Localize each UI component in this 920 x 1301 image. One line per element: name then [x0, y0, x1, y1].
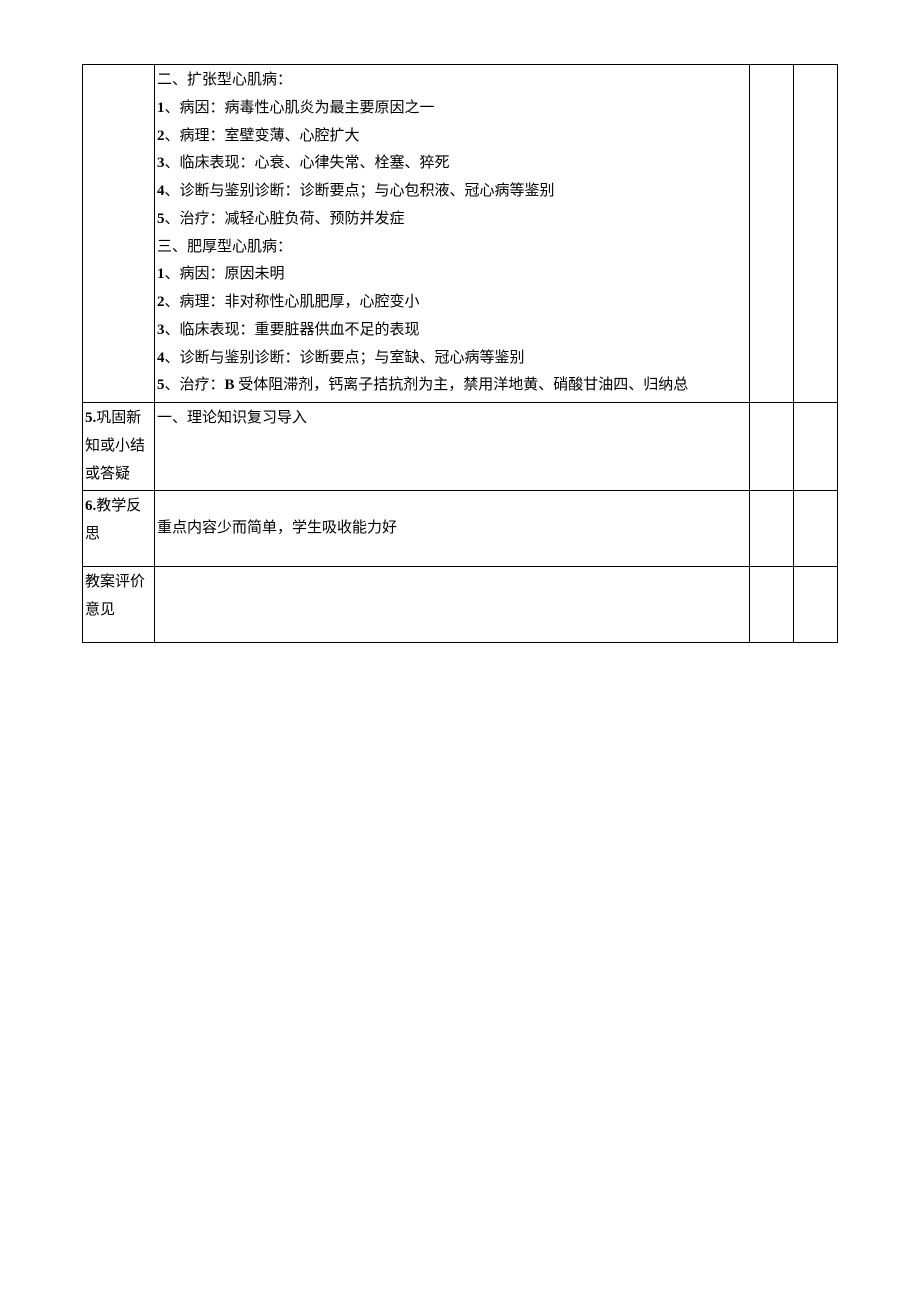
- content-line: 3、临床表现：重要脏器供血不足的表现: [157, 317, 747, 345]
- row2-content-cell: 一、理论知识复习导入: [155, 403, 750, 491]
- list-text: 、诊断与鉴别诊断：诊断要点；与心包积液、冠心病等鉴别: [165, 183, 555, 199]
- list-text: 、治疗：: [165, 377, 225, 393]
- row2-col4: [794, 403, 838, 491]
- row3-content-cell: 重点内容少而简单，学生吸收能力好: [155, 491, 750, 567]
- content-line: 2、病理：非对称性心肌肥厚，心腔变小: [157, 289, 747, 317]
- table-row: 教案评价意见: [83, 567, 838, 643]
- bold-letter: B: [225, 377, 235, 393]
- section-number: 6.: [85, 498, 96, 514]
- list-text: 、病因：病毒性心肌炎为最主要原因之一: [165, 100, 435, 116]
- content-line: 2、病理：室壁变薄、心腔扩大: [157, 123, 747, 151]
- table-row: 6.教学反思重点内容少而简单，学生吸收能力好: [83, 491, 838, 567]
- row1-content-cell: 二、扩张型心肌病：1、病因：病毒性心肌炎为最主要原因之一2、病理：室壁变薄、心腔…: [155, 65, 750, 403]
- row3-col3: [750, 491, 794, 567]
- row2-label-cell: 5.巩固新知或小结或答疑: [83, 403, 155, 491]
- section-number: 5.: [85, 410, 96, 426]
- row4-label-cell: 教案评价意见: [83, 567, 155, 643]
- table-row: 二、扩张型心肌病：1、病因：病毒性心肌炎为最主要原因之一2、病理：室壁变薄、心腔…: [83, 65, 838, 403]
- content-line: 重点内容少而简单，学生吸收能力好: [157, 515, 747, 543]
- list-number: 3: [157, 155, 165, 171]
- list-number: 3: [157, 322, 165, 338]
- content-line: 3、临床表现：心衰、心律失常、栓塞、猝死: [157, 150, 747, 178]
- row3-label-cell: 6.教学反思: [83, 491, 155, 567]
- row2-col3: [750, 403, 794, 491]
- list-text: 、病理：非对称性心肌肥厚，心腔变小: [165, 294, 420, 310]
- list-number: 2: [157, 128, 165, 144]
- content-line: 5、治疗：减轻心脏负荷、预防并发症: [157, 206, 747, 234]
- row4-col3: [750, 567, 794, 643]
- content-line: 1、病因：原因未明: [157, 261, 747, 289]
- list-text: 受体阻滞剂，钙离子拮抗剂为主，禁用洋地黄、硝酸甘油四、归纳总: [235, 377, 689, 393]
- section-label: 教案评价意见: [85, 574, 145, 618]
- content-line: 5、治疗：B 受体阻滞剂，钙离子拮抗剂为主，禁用洋地黄、硝酸甘油四、归纳总: [157, 372, 747, 400]
- list-text: 、临床表现：心衰、心律失常、栓塞、猝死: [165, 155, 450, 171]
- content-line: 1、病因：病毒性心肌炎为最主要原因之一: [157, 95, 747, 123]
- content-line: 三、肥厚型心肌病：: [157, 234, 747, 262]
- content-line: 二、扩张型心肌病：: [157, 67, 747, 95]
- list-text: 、病理：室壁变薄、心腔扩大: [165, 128, 360, 144]
- content-line: 4、诊断与鉴别诊断：诊断要点；与心包积液、冠心病等鉴别: [157, 178, 747, 206]
- table-row: 5.巩固新知或小结或答疑一、理论知识复习导入: [83, 403, 838, 491]
- list-text: 、治疗：减轻心脏负荷、预防并发症: [165, 211, 405, 227]
- list-number: 4: [157, 183, 165, 199]
- list-text: 、临床表现：重要脏器供血不足的表现: [165, 322, 420, 338]
- row1-col4: [794, 65, 838, 403]
- list-number: 5: [157, 377, 165, 393]
- row1-col3: [750, 65, 794, 403]
- list-number: 1: [157, 100, 165, 116]
- list-number: 5: [157, 211, 165, 227]
- content-line: 4、诊断与鉴别诊断：诊断要点；与室缺、冠心病等鉴别: [157, 345, 747, 373]
- list-text: 、病因：原因未明: [165, 266, 285, 282]
- list-number: 4: [157, 350, 165, 366]
- list-number: 2: [157, 294, 165, 310]
- lesson-plan-table: 二、扩张型心肌病：1、病因：病毒性心肌炎为最主要原因之一2、病理：室壁变薄、心腔…: [82, 64, 838, 643]
- content-line: 一、理论知识复习导入: [157, 405, 747, 433]
- list-number: 1: [157, 266, 165, 282]
- list-text: 、诊断与鉴别诊断：诊断要点；与室缺、冠心病等鉴别: [165, 350, 525, 366]
- row1-label-cell: [83, 65, 155, 403]
- row4-content-cell: [155, 567, 750, 643]
- row3-col4: [794, 491, 838, 567]
- row4-col4: [794, 567, 838, 643]
